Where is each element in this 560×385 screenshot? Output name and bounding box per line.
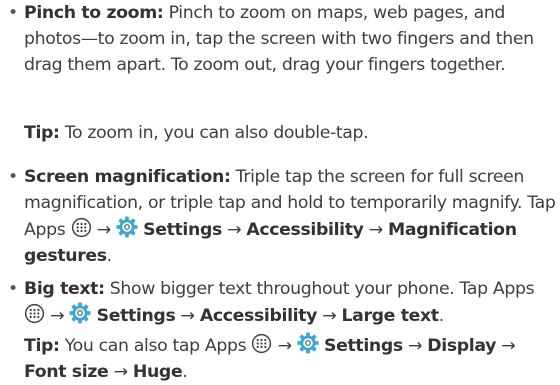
gear-icon xyxy=(116,216,138,238)
arrow-separator: → xyxy=(501,336,516,356)
apps-icon xyxy=(251,333,272,354)
arrow-separator: → xyxy=(322,306,337,326)
item-term: Big text: xyxy=(24,279,105,299)
path-accessibility: Accessibility xyxy=(199,306,318,326)
path-settings: Settings xyxy=(143,220,222,240)
gear-icon xyxy=(297,332,319,354)
apps-icon xyxy=(71,217,92,238)
item-end: . xyxy=(106,246,113,266)
item-body: Big text: Show bigger text throughout yo… xyxy=(24,276,558,329)
gear-icon xyxy=(69,302,91,324)
tip-label: Tip: xyxy=(24,336,60,356)
tip-double-tap: Tip: To zoom in, you can also double-tap… xyxy=(24,120,558,146)
bullet: • xyxy=(8,279,18,299)
path-huge: Huge xyxy=(132,362,183,382)
arrow-separator: → xyxy=(277,336,292,356)
arrow-separator: → xyxy=(227,220,242,240)
bullet: • xyxy=(8,3,18,23)
path-accessibility: Accessibility xyxy=(246,220,364,240)
arrow-separator: → xyxy=(50,306,65,326)
item-body: Pinch to zoom: Pinch to zoom on maps, we… xyxy=(24,0,558,78)
path-display: Display xyxy=(427,336,497,356)
tip-end: . xyxy=(182,362,188,382)
arrow-separator: → xyxy=(368,220,383,240)
item-text: Show bigger text throughout your phone. … xyxy=(104,279,535,299)
arrow-separator: → xyxy=(96,220,111,240)
path-settings: Settings xyxy=(324,336,403,356)
apps-icon xyxy=(24,303,45,324)
path-large-text: Large text xyxy=(341,306,440,326)
arrow-separator: → xyxy=(113,362,128,382)
path-settings: Settings xyxy=(96,306,176,326)
item-term: Screen magnification: xyxy=(24,167,231,187)
tip-font-size: Tip: You can also tap Apps → Settings → … xyxy=(24,332,558,385)
bullet: • xyxy=(8,167,18,187)
accessibility-zoom-doc: • Pinch to zoom: Pinch to zoom on maps, … xyxy=(0,0,560,384)
item-end: . xyxy=(438,306,445,326)
arrow-separator: → xyxy=(180,306,195,326)
tip-text: To zoom in, you can also double-tap. xyxy=(59,123,369,143)
item-term: Pinch to zoom: xyxy=(24,3,164,23)
list-item-pinch-to-zoom: • Pinch to zoom: Pinch to zoom on maps, … xyxy=(8,0,558,78)
list-item-screen-magnification: • Screen magnification: Triple tap the s… xyxy=(8,164,558,269)
path-font-size: Font size xyxy=(24,362,109,382)
tip-label: Tip: xyxy=(24,123,60,143)
arrow-separator: → xyxy=(407,336,423,356)
item-body: Screen magnification: Triple tap the scr… xyxy=(24,164,558,269)
list-item-big-text: • Big text: Show bigger text throughout … xyxy=(8,276,558,329)
tip-text: You can also tap Apps xyxy=(59,336,247,356)
